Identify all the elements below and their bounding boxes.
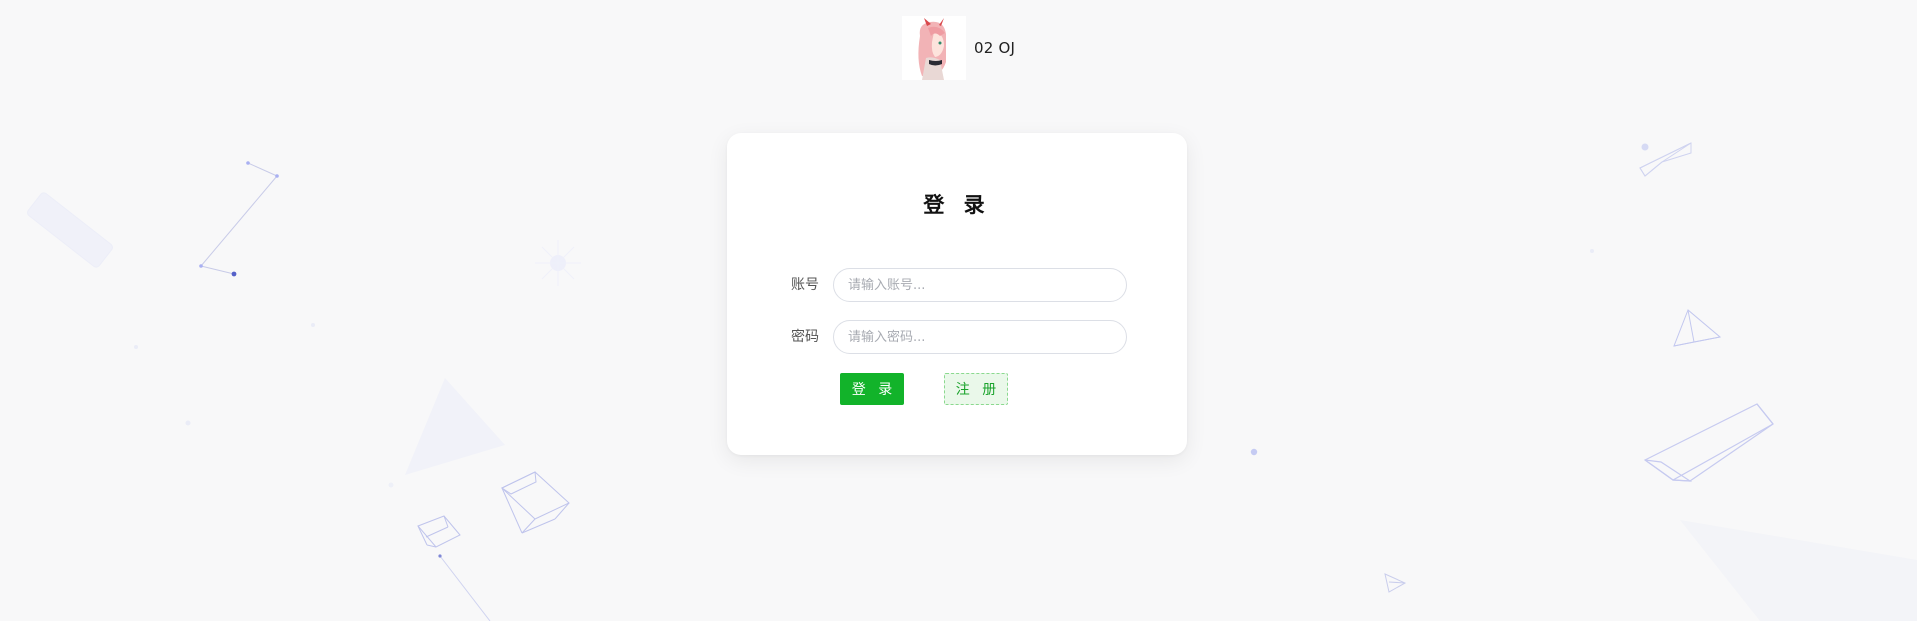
slab-shape-bottom-right bbox=[1680, 520, 1917, 621]
paper-plane-shape bbox=[1384, 573, 1407, 593]
register-button[interactable]: 注 册 bbox=[944, 373, 1008, 405]
brand-name: 02 OJ bbox=[974, 39, 1016, 57]
brand-header: 02 OJ bbox=[902, 16, 1015, 80]
account-label: 账号 bbox=[791, 277, 819, 293]
password-label: 密码 bbox=[791, 329, 819, 345]
slab-shape-top-right bbox=[1639, 142, 1692, 177]
login-card: 登 录 账号 密码 登 录 注 册 bbox=[727, 133, 1187, 455]
login-button[interactable]: 登 录 bbox=[840, 373, 904, 405]
brand-logo-avatar bbox=[902, 16, 966, 80]
cube-shape-small bbox=[417, 515, 461, 548]
constellation-graphic bbox=[200, 162, 278, 275]
constellation-dots bbox=[199, 161, 279, 277]
password-input[interactable] bbox=[833, 320, 1127, 354]
bar-shape-left bbox=[27, 192, 113, 268]
login-title: 登 录 bbox=[923, 193, 991, 217]
sparkle-shape bbox=[535, 240, 581, 286]
pyramid-shape-right bbox=[1673, 309, 1722, 347]
cube-shape-large bbox=[500, 471, 570, 534]
password-row: 密码 bbox=[727, 320, 1187, 354]
box-shape-right bbox=[1643, 403, 1774, 482]
pyramid-shape-left bbox=[405, 378, 505, 475]
account-row: 账号 bbox=[727, 268, 1187, 302]
account-input[interactable] bbox=[833, 268, 1127, 302]
